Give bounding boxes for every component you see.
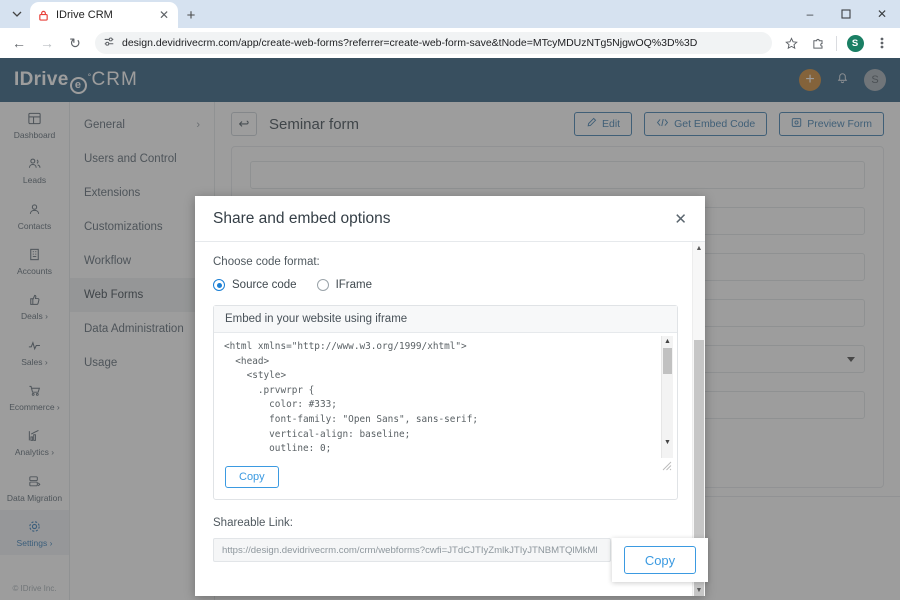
scroll-up-icon[interactable]: ▲ [693,242,705,254]
dialog-title: Share and embed options [213,209,391,227]
dialog-header: Share and embed options ✕ [195,196,705,242]
star-icon[interactable] [779,31,803,55]
scroll-up-icon[interactable]: ▲ [662,336,673,347]
profile-avatar[interactable]: S [843,31,867,55]
copy-code-button[interactable]: Copy [225,466,279,488]
toolbar-actions: S [779,31,894,55]
radio-selected-icon [213,279,225,291]
tab-search-icon[interactable] [4,0,30,28]
minimize-button[interactable]: – [792,0,828,28]
lock-red-icon [37,9,50,22]
close-icon[interactable]: ✕ [674,210,687,228]
close-icon[interactable]: ✕ [157,8,171,22]
textarea-resize-grip[interactable] [661,458,673,471]
forward-icon[interactable]: → [34,30,60,56]
embed-code-panel-title: Embed in your website using iframe [214,306,677,333]
format-label: Choose code format: [213,256,320,268]
copy-code-row: Copy [214,458,677,499]
puzzle-icon[interactable] [806,31,830,55]
tab-title: IDrive CRM [56,9,113,21]
scroll-down-icon[interactable]: ▼ [693,584,705,596]
profile-initial: S [846,34,864,52]
back-icon[interactable]: ← [6,30,32,56]
close-window-button[interactable]: ✕ [864,0,900,28]
address-bar[interactable]: design.devidrivecrm.com/app/create-web-f… [95,32,772,54]
tune-icon[interactable] [103,36,115,51]
browser-toolbar: ← → ↻ design.devidrivecrm.com/app/create… [0,28,900,58]
radio-iframe-label: IFrame [335,279,372,291]
radio-iframe[interactable]: IFrame [316,279,372,291]
embed-code-textarea-wrap: <html xmlns="http://www.w3.org/1999/xhtm… [218,336,673,471]
address-bar-url: design.devidrivecrm.com/app/create-web-f… [122,37,698,49]
embed-code-panel: Embed in your website using iframe <html… [213,305,678,500]
toolbar-divider [836,35,837,51]
three-dot-menu-icon[interactable] [870,31,894,55]
radio-source-code[interactable]: Source code [213,279,297,291]
radio-source-code-label: Source code [232,279,297,291]
radio-unselected-icon [316,279,329,291]
embed-code-scrollbar[interactable]: ▲ ▼ [661,336,673,458]
reload-icon[interactable]: ↻ [62,30,88,56]
maximize-button[interactable] [828,0,864,28]
window-controls: – ✕ [792,0,900,28]
copy-link-button[interactable]: Copy [623,546,697,574]
share-and-embed-dialog: Share and embed options ✕ Choose code fo… [195,196,708,596]
tab-strip: IDrive CRM ✕ + – ✕ [0,0,900,28]
scroll-down-icon[interactable]: ▼ [662,437,673,448]
embed-code-textarea[interactable]: <html xmlns="http://www.w3.org/1999/xhtm… [218,336,673,458]
shareable-link-input[interactable]: https://design.devidrivecrm.com/crm/webf… [213,538,611,562]
shareable-link-label: Shareable Link: [213,517,293,529]
browser-tab[interactable]: IDrive CRM ✕ [30,2,178,28]
scrollbar-thumb[interactable] [663,348,672,374]
copy-link-popover: Copy [612,538,708,582]
format-radio-group: Source code IFrame [213,279,687,291]
new-tab-button[interactable]: + [178,2,204,28]
app-viewport: IDrivee°CRM + S Dashboard Leads Contacts [0,58,900,600]
